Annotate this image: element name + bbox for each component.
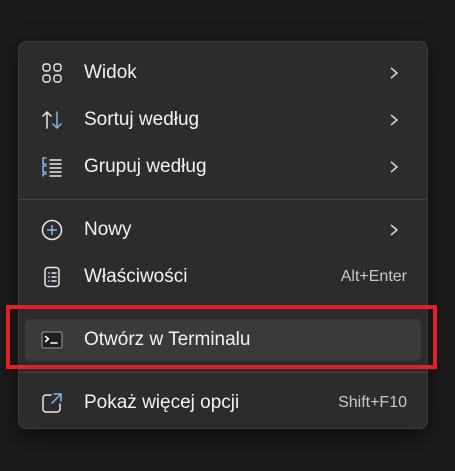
menu-separator xyxy=(19,308,427,309)
menu-item-new[interactable]: Nowy xyxy=(25,209,421,251)
menu-item-label: Właściwości xyxy=(84,266,188,287)
menu-item-label: Nowy xyxy=(84,219,132,240)
properties-icon xyxy=(40,265,64,289)
menu-separator xyxy=(19,199,427,200)
terminal-icon xyxy=(40,328,64,352)
menu-item-label: Pokaż więcej opcji xyxy=(84,392,240,413)
menu-item-view[interactable]: Widok xyxy=(25,52,421,94)
menu-item-open-in-terminal[interactable]: Otwórz w Terminalu xyxy=(25,319,421,361)
shortcut-label: Shift+F10 xyxy=(338,394,407,411)
chevron-right-icon xyxy=(389,67,399,79)
menu-separator xyxy=(19,372,427,373)
chevron-right-icon xyxy=(389,161,399,173)
grid-icon xyxy=(40,61,64,85)
menu-item-label: Grupuj według xyxy=(84,156,207,177)
menu-item-group-by[interactable]: Grupuj według xyxy=(25,146,421,188)
menu-item-sort-by[interactable]: Sortuj według xyxy=(25,99,421,141)
menu-item-properties[interactable]: Właściwości Alt+Enter xyxy=(25,256,421,298)
chevron-right-icon xyxy=(389,114,399,126)
open-external-icon xyxy=(40,391,64,415)
context-menu: Widok Sortuj według Grupuj według Nowy W… xyxy=(18,41,428,429)
shortcut-label: Alt+Enter xyxy=(340,268,407,285)
menu-item-show-more-options[interactable]: Pokaż więcej opcji Shift+F10 xyxy=(25,382,421,424)
plus-circle-icon xyxy=(40,218,64,242)
menu-item-label: Sortuj według xyxy=(84,109,200,130)
menu-item-label: Otwórz w Terminalu xyxy=(84,329,251,350)
group-list-icon xyxy=(40,155,64,179)
menu-item-label: Widok xyxy=(84,62,137,83)
chevron-right-icon xyxy=(389,224,399,236)
sort-icon xyxy=(40,108,64,132)
